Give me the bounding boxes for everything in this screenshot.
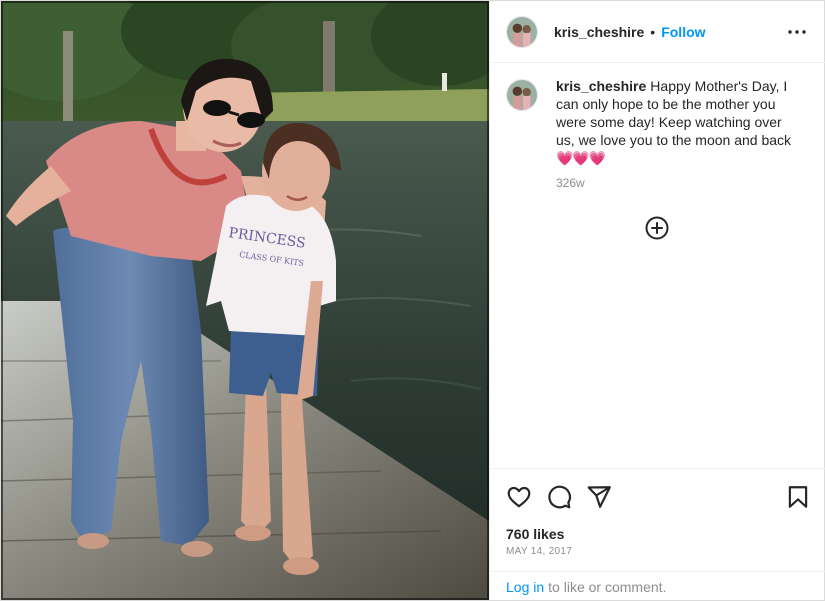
avatar[interactable] — [506, 15, 538, 48]
instagram-post: PRINCESS CLASS OF KITS kris_cheshire • F… — [0, 0, 825, 601]
header-username[interactable]: kris_cheshire — [554, 24, 644, 40]
caption-comment: kris_cheshire Happy Mother's Day, I can o… — [506, 77, 811, 190]
avatar-image — [507, 80, 537, 110]
login-prompt: Log in to like or comment. — [490, 571, 825, 601]
login-link[interactable]: Log in — [506, 579, 544, 595]
post-header: kris_cheshire • Follow — [490, 1, 825, 63]
likes-count[interactable]: 760 likes — [506, 526, 564, 542]
more-horizontal-icon[interactable] — [787, 23, 807, 41]
plus-circle-icon[interactable] — [645, 216, 669, 240]
caption-timestamp[interactable]: 326w — [556, 176, 794, 190]
post-date[interactable]: MAY 14, 2017 — [506, 546, 572, 557]
caption-body: kris_cheshire Happy Mother's Day, I can o… — [556, 77, 794, 190]
header-separator: • — [650, 23, 656, 40]
photo-illustration: PRINCESS CLASS OF KITS — [1, 1, 489, 600]
post-actions: 760 likes MAY 14, 2017 Log in to like or… — [490, 468, 825, 600]
bookmark-icon[interactable] — [785, 484, 811, 510]
send-icon[interactable] — [586, 484, 612, 510]
post-photo[interactable]: PRINCESS CLASS OF KITS — [1, 1, 489, 600]
login-prompt-text: to like or comment. — [548, 578, 667, 595]
post-side-panel: kris_cheshire • Follow kris_cheshire Hap… — [489, 1, 825, 600]
caption-username[interactable]: kris_cheshire — [556, 78, 646, 94]
heart-icon[interactable] — [506, 484, 532, 510]
avatar-image — [507, 16, 537, 47]
caption-avatar[interactable] — [506, 79, 538, 111]
caption-text: kris_cheshire Happy Mother's Day, I can o… — [556, 77, 794, 167]
comment-icon[interactable] — [546, 484, 572, 510]
caption-emoji: 💗💗💗 — [556, 150, 606, 166]
follow-button[interactable]: Follow — [661, 24, 705, 40]
